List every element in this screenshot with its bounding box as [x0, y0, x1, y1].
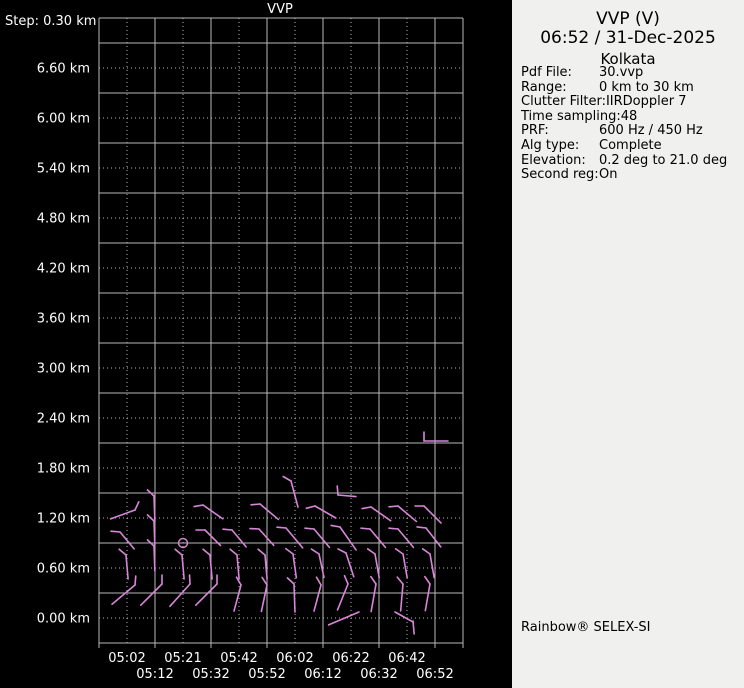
wind-barb: [329, 612, 359, 625]
wind-barb: [287, 578, 295, 612]
param-value: 0.2 deg to 21.0 deg: [599, 153, 727, 168]
x-axis-label: 05:12: [136, 667, 173, 682]
y-axis-label: 1.80 km: [37, 462, 90, 477]
wind-barb: [305, 528, 329, 547]
y-axis-label: 6.00 km: [37, 112, 90, 127]
y-axis-label: 4.80 km: [37, 212, 90, 227]
wind-barb: [147, 540, 154, 571]
step-label: Step: 0.30 km: [5, 14, 96, 29]
wind-barb: [397, 577, 403, 611]
param-label: Clutter Filter:: [521, 95, 606, 110]
wind-barb: [251, 504, 278, 519]
param-label: Time sampling:: [521, 110, 621, 125]
product-title: VVP (V): [512, 10, 744, 29]
info-panel: VVP (V) 06:52 / 31-Dec-2025 Kolkata Pdf …: [512, 0, 744, 688]
wind-barb: [415, 506, 441, 523]
wind-barb: [389, 528, 413, 547]
chart-title: VVP: [267, 2, 293, 17]
wind-barb: [371, 577, 376, 612]
wind-barb: [395, 612, 413, 622]
y-axis-label: 5.40 km: [37, 162, 90, 177]
x-axis-label: 05:52: [248, 667, 285, 682]
x-axis-label: 06:42: [388, 651, 425, 666]
scan-datetime: 06:52 / 31-Dec-2025: [512, 29, 744, 48]
x-axis-label: 05:42: [220, 651, 257, 666]
vendor-branding: Rainbow® SELEX-SI: [521, 620, 651, 635]
wind-barb: [111, 531, 134, 549]
x-axis-label: 06:02: [276, 651, 313, 666]
vvp-application-window: VVP Step: 0.30 km 6.60 km 6.00 km 5.40 km 4.8…: [0, 0, 744, 688]
y-axis-label: 3.60 km: [37, 312, 90, 327]
param-label: Second reg:: [521, 168, 599, 183]
wind-barb: [337, 486, 356, 497]
param-value: 30.vvp: [599, 65, 643, 80]
x-axis-label: 06:12: [304, 667, 341, 682]
wind-barb: [424, 432, 448, 441]
param-row-clutter-filter: Clutter Filter:IIRDoppler 7: [521, 95, 742, 110]
wind-barb: [314, 577, 321, 611]
param-value: IIRDoppler 7: [606, 94, 687, 109]
param-row-elevation: Elevation:0.2 deg to 21.0 deg: [521, 154, 742, 169]
y-axis-label: 3.00 km: [37, 362, 90, 377]
wind-barb: [361, 528, 385, 547]
wind-barb: [423, 549, 435, 578]
wind-barb: [389, 506, 416, 521]
wind-barb: [331, 525, 356, 549]
wind-barb: [234, 577, 241, 611]
vvp-chart-region: VVP Step: 0.30 km 6.60 km 6.00 km 5.40 km 4.8…: [0, 0, 513, 688]
wind-barb: [111, 502, 139, 519]
wind-barb: [194, 505, 223, 519]
wind-barb: [170, 575, 190, 606]
panel-header: VVP (V) 06:52 / 31-Dec-2025 Kolkata: [512, 0, 744, 69]
param-label: Elevation:: [521, 154, 599, 169]
x-axis-label: 05:21: [164, 651, 201, 666]
y-axis-label: 0.00 km: [37, 612, 90, 627]
vvp-wind-profile-chart: VVP Step: 0.30 km 6.60 km 6.00 km 5.40 km 4.8…: [0, 0, 513, 688]
y-axis-label: 2.40 km: [37, 412, 90, 427]
param-label: Range:: [521, 81, 599, 96]
wind-barb: [311, 549, 324, 577]
wind-barb: [368, 549, 380, 578]
param-label: Alg type:: [521, 139, 599, 154]
wind-barb: [141, 575, 162, 605]
parameter-list: Pdf File:30.vvp Range:0 km to 30 km Clut…: [521, 66, 742, 183]
param-row-pdf-file: Pdf File:30.vvp: [521, 66, 742, 81]
param-value: 0 km to 30 km: [599, 80, 694, 95]
param-value: 600 Hz / 450 Hz: [599, 123, 703, 138]
wind-barb: [413, 621, 414, 634]
param-row-range: Range:0 km to 30 km: [521, 81, 742, 96]
y-axis-label: 1.20 km: [37, 512, 90, 527]
param-row-time-sampling: Time sampling:48: [521, 110, 742, 125]
wind-barb: [196, 575, 217, 605]
y-axis-label: 6.60 km: [37, 62, 90, 77]
param-value: On: [599, 167, 617, 182]
wind-barb: [223, 529, 246, 547]
wind-barb: [286, 549, 297, 578]
param-row-alg-type: Alg type:Complete: [521, 139, 742, 154]
param-value: 48: [621, 109, 638, 124]
y-axis-label: 0.60 km: [37, 562, 90, 577]
wind-barb: [425, 577, 430, 611]
wind-barb: [277, 527, 303, 548]
x-axis-label: 06:22: [332, 651, 369, 666]
wind-barb: [306, 506, 335, 518]
param-row-prf: PRF:600 Hz / 450 Hz: [521, 124, 742, 139]
param-label: Pdf File:: [521, 66, 599, 81]
wind-barb: [112, 576, 136, 604]
wind-barb: [261, 577, 267, 611]
x-axis-label: 05:32: [192, 667, 229, 682]
y-axis-label: 4.20 km: [37, 262, 90, 277]
param-value: Complete: [599, 138, 662, 153]
wind-barb: [362, 507, 391, 521]
x-axis-label: 06:32: [360, 667, 397, 682]
wind-barb: [230, 549, 239, 579]
param-label: PRF:: [521, 124, 599, 139]
param-row-second-reg: Second reg:On: [521, 168, 742, 183]
wind-barb: [258, 549, 267, 579]
wind-barb: [396, 549, 408, 578]
wind-barb: [283, 477, 298, 508]
x-axis-label: 05:02: [108, 651, 145, 666]
x-axis-label: 06:52: [416, 667, 453, 682]
wind-barb: [417, 527, 441, 547]
